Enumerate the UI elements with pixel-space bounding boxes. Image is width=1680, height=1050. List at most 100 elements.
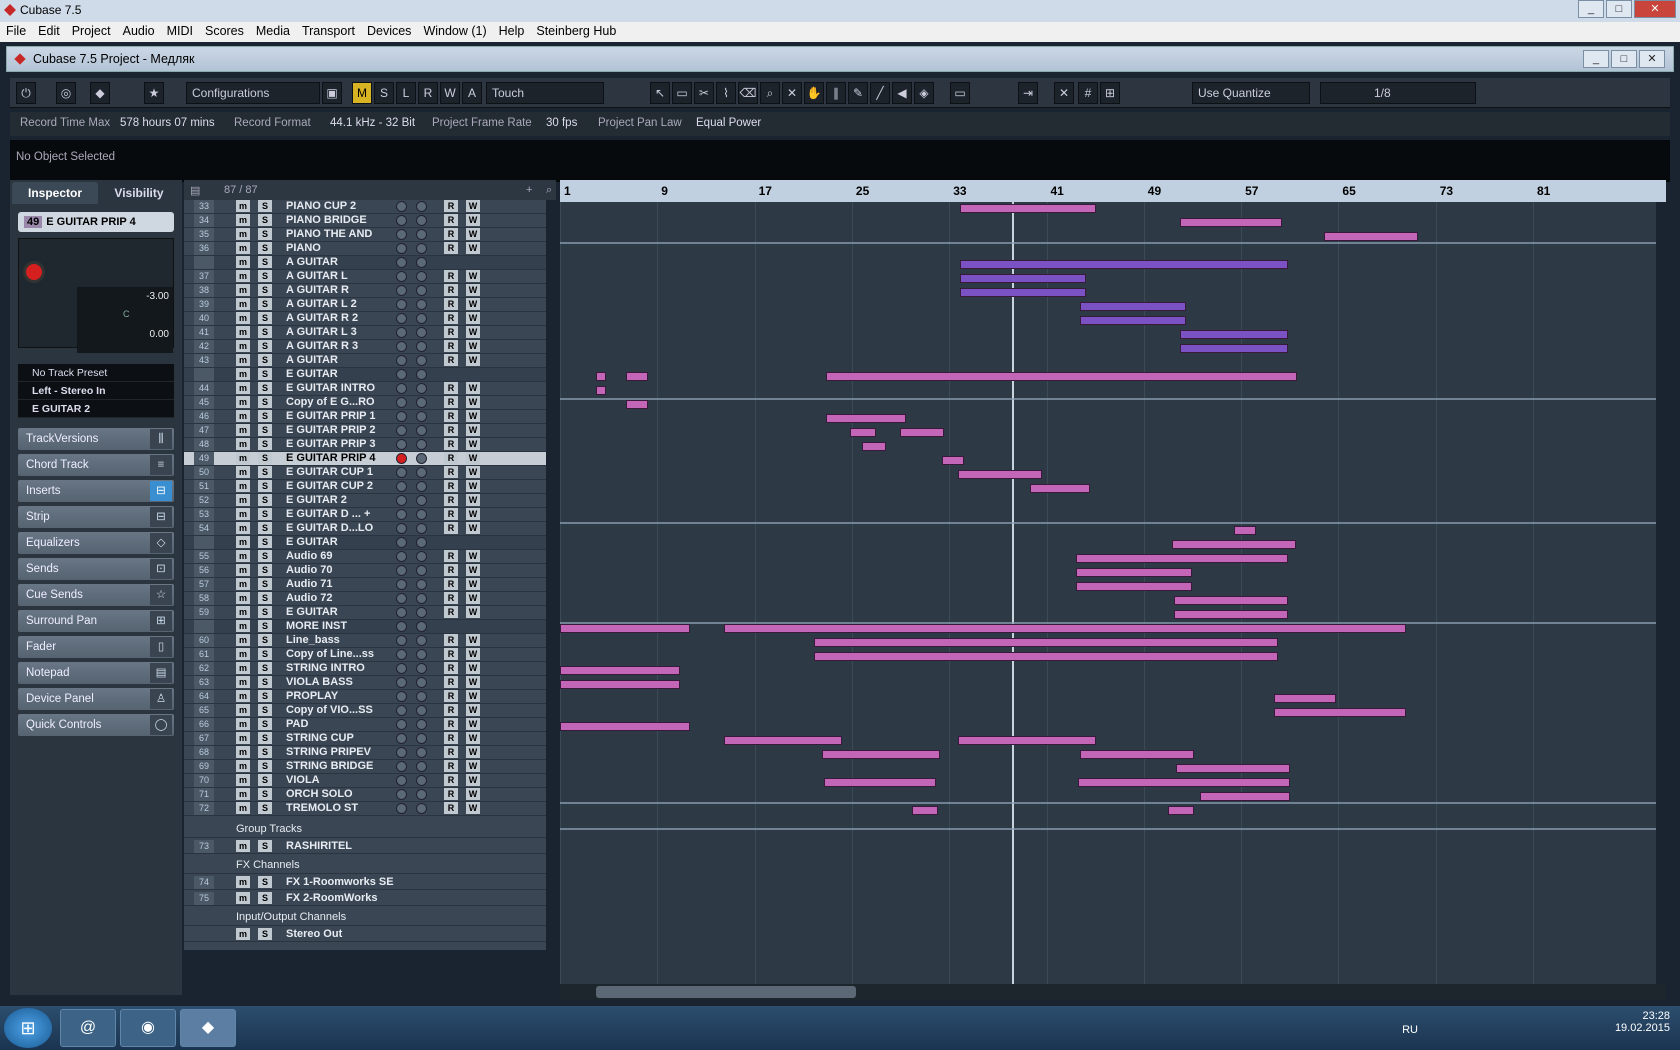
read-automation-button[interactable]: R — [444, 200, 458, 212]
audio-event[interactable] — [1080, 302, 1186, 311]
automation-button[interactable]: A — [462, 82, 482, 104]
window-layout-icon[interactable]: ◆ — [90, 82, 110, 104]
record-enable-icon[interactable] — [396, 383, 407, 394]
read-automation-button[interactable]: R — [444, 676, 458, 688]
maximize-button[interactable]: □ — [1606, 0, 1632, 18]
write-automation-button[interactable]: W — [466, 718, 480, 730]
mute-button[interactable]: m — [236, 876, 250, 888]
solo-button[interactable]: S — [258, 550, 272, 562]
read-automation-button[interactable]: R — [444, 354, 458, 366]
solo-button[interactable]: S — [258, 354, 272, 366]
record-enable-icon[interactable] — [396, 663, 407, 674]
section-quick-controls[interactable]: Quick Controls ◯ — [18, 714, 174, 736]
solo-button[interactable]: S — [258, 578, 272, 590]
solo-button[interactable]: S — [258, 312, 272, 324]
track-name[interactable]: E GUITAR D ... + — [286, 508, 370, 521]
mute-button[interactable]: m — [236, 494, 250, 506]
track-row[interactable]: 65 m S Copy of VIO...SS R W — [184, 704, 546, 718]
write-automation-button[interactable]: W — [466, 550, 480, 562]
section-chord-track[interactable]: Chord Track ≡ — [18, 454, 174, 476]
track-name[interactable]: E GUITAR 2 — [286, 494, 347, 507]
track-row[interactable]: 62 m S STRING INTRO R W — [184, 662, 546, 676]
audio-event[interactable] — [1172, 540, 1296, 549]
mute-button[interactable]: m — [236, 690, 250, 702]
record-enable-icon[interactable] — [396, 229, 407, 240]
record-enable-icon[interactable] — [396, 495, 407, 506]
range-tool-icon[interactable]: ▭ — [672, 82, 692, 104]
record-enable-icon[interactable] — [396, 425, 407, 436]
record-enable-icon[interactable] — [396, 523, 407, 534]
track-row[interactable]: 42 m S A GUITAR R 3 RW — [184, 340, 546, 354]
solo-button[interactable]: S — [258, 840, 272, 852]
track-name[interactable]: PIANO THE AND — [286, 228, 372, 241]
read-automation-button[interactable]: R — [444, 522, 458, 534]
track-name[interactable]: A GUITAR R 2 — [286, 312, 358, 325]
record-enable-icon[interactable] — [396, 607, 407, 618]
track-name[interactable]: E GUITAR CUP 2 — [286, 480, 373, 493]
tab-visibility[interactable]: Visibility — [100, 182, 178, 204]
volume-fader[interactable]: -3.00 C 0.00 — [77, 287, 173, 353]
project-maximize-button[interactable]: □ — [1611, 50, 1637, 68]
track-name[interactable]: A GUITAR R — [286, 284, 349, 297]
mute-button[interactable]: m — [236, 396, 250, 408]
track-name[interactable]: Audio 71 — [286, 578, 332, 591]
read-automation-button[interactable]: R — [444, 284, 458, 296]
mute-button[interactable]: m — [236, 340, 250, 352]
solo-button[interactable]: S — [258, 876, 272, 888]
write-automation-button[interactable]: W — [466, 438, 480, 450]
mute-all-button[interactable]: M — [352, 82, 372, 104]
project-cursor[interactable] — [1012, 202, 1014, 987]
read-automation-button[interactable]: R — [444, 606, 458, 618]
audio-event[interactable] — [1174, 596, 1288, 605]
audio-event[interactable] — [958, 470, 1042, 479]
record-enable-icon[interactable] — [396, 201, 407, 212]
time-warp-tool-icon[interactable]: ∥ — [826, 82, 846, 104]
monitor-icon[interactable] — [416, 719, 427, 730]
monitor-icon[interactable] — [416, 789, 427, 800]
audio-event[interactable] — [826, 414, 906, 423]
solo-button[interactable]: S — [258, 774, 272, 786]
write-automation-button[interactable]: W — [466, 760, 480, 772]
read-automation-button[interactable]: R — [444, 508, 458, 520]
mute-button[interactable]: m — [236, 228, 250, 240]
auto-scroll-icon[interactable]: ⇥ — [1018, 82, 1038, 104]
read-automation-button[interactable]: R — [444, 732, 458, 744]
record-time-value[interactable]: 578 hours 07 mins — [120, 117, 215, 129]
monitor-icon[interactable] — [416, 285, 427, 296]
track-name[interactable]: STRING PRIPEV — [286, 746, 371, 759]
mute-button[interactable]: m — [236, 592, 250, 604]
menu-help[interactable]: Help — [493, 22, 531, 42]
monitor-icon[interactable] — [416, 761, 427, 772]
solo-button[interactable]: S — [258, 718, 272, 730]
glue-tool-icon[interactable]: ⌇ — [716, 82, 736, 104]
track-row[interactable]: 33 m S PIANO CUP 2 RW — [184, 200, 546, 214]
track-name[interactable]: PAD — [286, 718, 308, 731]
audio-event[interactable] — [1076, 582, 1192, 591]
mute-button[interactable]: m — [236, 382, 250, 394]
track-name[interactable]: A GUITAR L 2 — [286, 298, 357, 311]
audio-event[interactable] — [960, 204, 1096, 213]
automation-mode-dropdown[interactable]: Touch — [486, 82, 604, 104]
write-automation-button[interactable]: W — [466, 578, 480, 590]
solo-button[interactable]: S — [258, 536, 272, 548]
track-name[interactable]: PROPLAY — [286, 690, 338, 703]
mute-button[interactable]: m — [236, 508, 250, 520]
solo-button[interactable]: S — [258, 690, 272, 702]
audio-event[interactable] — [1324, 232, 1418, 241]
track-row[interactable]: 34 m S PIANO BRIDGE R W — [184, 214, 546, 228]
read-automation-button[interactable]: R — [444, 298, 458, 310]
menu-midi[interactable]: MIDI — [161, 22, 199, 42]
audio-event[interactable] — [1180, 218, 1282, 227]
menu-steinberg-hub[interactable]: Steinberg Hub — [530, 22, 622, 42]
track-row[interactable]: 58 m S Audio 72 R W — [184, 592, 546, 606]
monitor-icon[interactable] — [416, 481, 427, 492]
audio-event[interactable] — [1176, 764, 1290, 773]
horizontal-scrollbar[interactable] — [560, 984, 1666, 1000]
mute-button[interactable]: m — [236, 452, 250, 464]
record-enable-icon[interactable] — [396, 299, 407, 310]
read-automation-button[interactable]: R — [444, 592, 458, 604]
track-name[interactable]: VIOLA — [286, 774, 320, 787]
solo-button[interactable]: S — [258, 732, 272, 744]
audio-event[interactable] — [596, 386, 606, 395]
mute-button[interactable]: m — [236, 634, 250, 646]
